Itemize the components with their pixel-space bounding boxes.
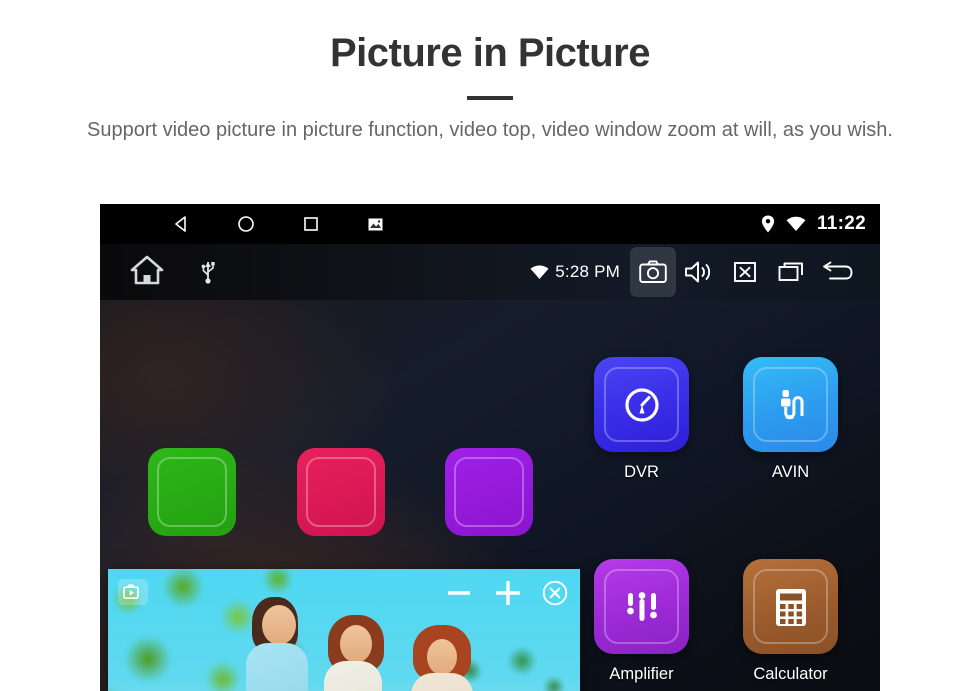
page-header: Picture in Picture Support video picture… bbox=[0, 0, 980, 145]
status-bar-clock: 11:22 bbox=[816, 213, 866, 234]
app-tile-amplifier bbox=[594, 559, 689, 654]
video-camera-icon bbox=[123, 584, 139, 600]
usb-icon bbox=[201, 261, 215, 284]
pip-zoom-out-button[interactable] bbox=[444, 578, 474, 613]
toolbar-close-all-button[interactable] bbox=[722, 247, 768, 297]
pip-window[interactable]: eicare bbox=[108, 569, 580, 691]
toolbar-usb-button[interactable] bbox=[200, 256, 216, 289]
netflix-tile[interactable] bbox=[148, 448, 236, 536]
back-triangle-icon bbox=[174, 216, 186, 232]
close-box-icon bbox=[734, 262, 756, 282]
home-icon bbox=[130, 255, 164, 284]
multi-window-icon bbox=[778, 262, 803, 281]
app-label-calculator: Calculator bbox=[753, 665, 828, 683]
plus-icon bbox=[496, 581, 520, 605]
title-underline-rule bbox=[467, 96, 513, 100]
wheelkey-study-tile[interactable] bbox=[445, 448, 533, 536]
rca-plug-icon bbox=[780, 389, 803, 419]
nav-back-button[interactable] bbox=[148, 204, 213, 244]
navigation-bar bbox=[148, 204, 408, 244]
device-screen: 11:22 5:28 PM DVR AVIN Amplifier Calcula… bbox=[100, 204, 880, 691]
toolbar-right-group: 5:28 PM bbox=[530, 244, 860, 300]
system-toolbar: 5:28 PM bbox=[100, 244, 880, 300]
app-amplifier[interactable]: Amplifier bbox=[594, 559, 689, 684]
app-tile-calculator bbox=[743, 559, 838, 654]
wifi-icon bbox=[530, 265, 549, 279]
back-arrow-icon bbox=[823, 261, 853, 280]
app-tile-avin bbox=[743, 357, 838, 452]
camera-icon bbox=[639, 260, 667, 283]
nav-home-button[interactable] bbox=[213, 204, 278, 244]
app-tile-dvr bbox=[594, 357, 689, 452]
app-avin[interactable]: AVIN bbox=[743, 357, 838, 482]
app-label-avin: AVIN bbox=[771, 463, 810, 481]
pip-zoom-in-button[interactable] bbox=[492, 577, 524, 614]
minus-icon bbox=[448, 591, 470, 595]
nav-screenshot-button[interactable] bbox=[343, 204, 408, 244]
calculator-icon bbox=[775, 588, 806, 626]
toolbar-home-button[interactable] bbox=[130, 255, 164, 290]
pip-close-button[interactable] bbox=[542, 580, 568, 611]
toolbar-left-group bbox=[130, 255, 216, 290]
wifi-icon bbox=[786, 216, 806, 231]
app-dvr[interactable]: DVR bbox=[594, 357, 689, 482]
app-calculator[interactable]: Calculator bbox=[743, 559, 838, 684]
siriusxm-tile[interactable] bbox=[297, 448, 385, 536]
pip-camera-button[interactable] bbox=[118, 579, 148, 605]
equalizer-sliders-icon bbox=[626, 591, 657, 621]
app-label-amplifier: Amplifier bbox=[609, 665, 674, 683]
recents-square-icon bbox=[303, 217, 318, 231]
toolbar-clock: 5:28 PM bbox=[555, 262, 620, 281]
close-circle-icon bbox=[542, 580, 568, 606]
app-label-dvr: DVR bbox=[624, 463, 659, 481]
home-circle-icon bbox=[237, 216, 254, 232]
video-figure-3 bbox=[383, 609, 503, 691]
location-pin-icon bbox=[761, 215, 775, 233]
speaker-volume-icon bbox=[685, 261, 711, 283]
nav-recents-button[interactable] bbox=[278, 204, 343, 244]
toolbar-volume-button[interactable] bbox=[676, 247, 722, 297]
toolbar-back-button[interactable] bbox=[814, 247, 860, 297]
toolbar-camera-button[interactable] bbox=[630, 247, 676, 297]
toolbar-windows-button[interactable] bbox=[768, 247, 814, 297]
android-status-bar: 11:22 bbox=[100, 204, 880, 244]
gauge-icon bbox=[624, 387, 659, 422]
pip-window-controls bbox=[444, 577, 568, 614]
page-title: Picture in Picture bbox=[330, 31, 650, 75]
page-subtitle: Support video picture in picture functio… bbox=[87, 119, 893, 141]
screenshot-image-icon bbox=[368, 218, 383, 230]
status-bar-right: 11:22 bbox=[761, 204, 866, 244]
launcher-desktop: DVR AVIN Amplifier Calculator bbox=[100, 300, 880, 691]
